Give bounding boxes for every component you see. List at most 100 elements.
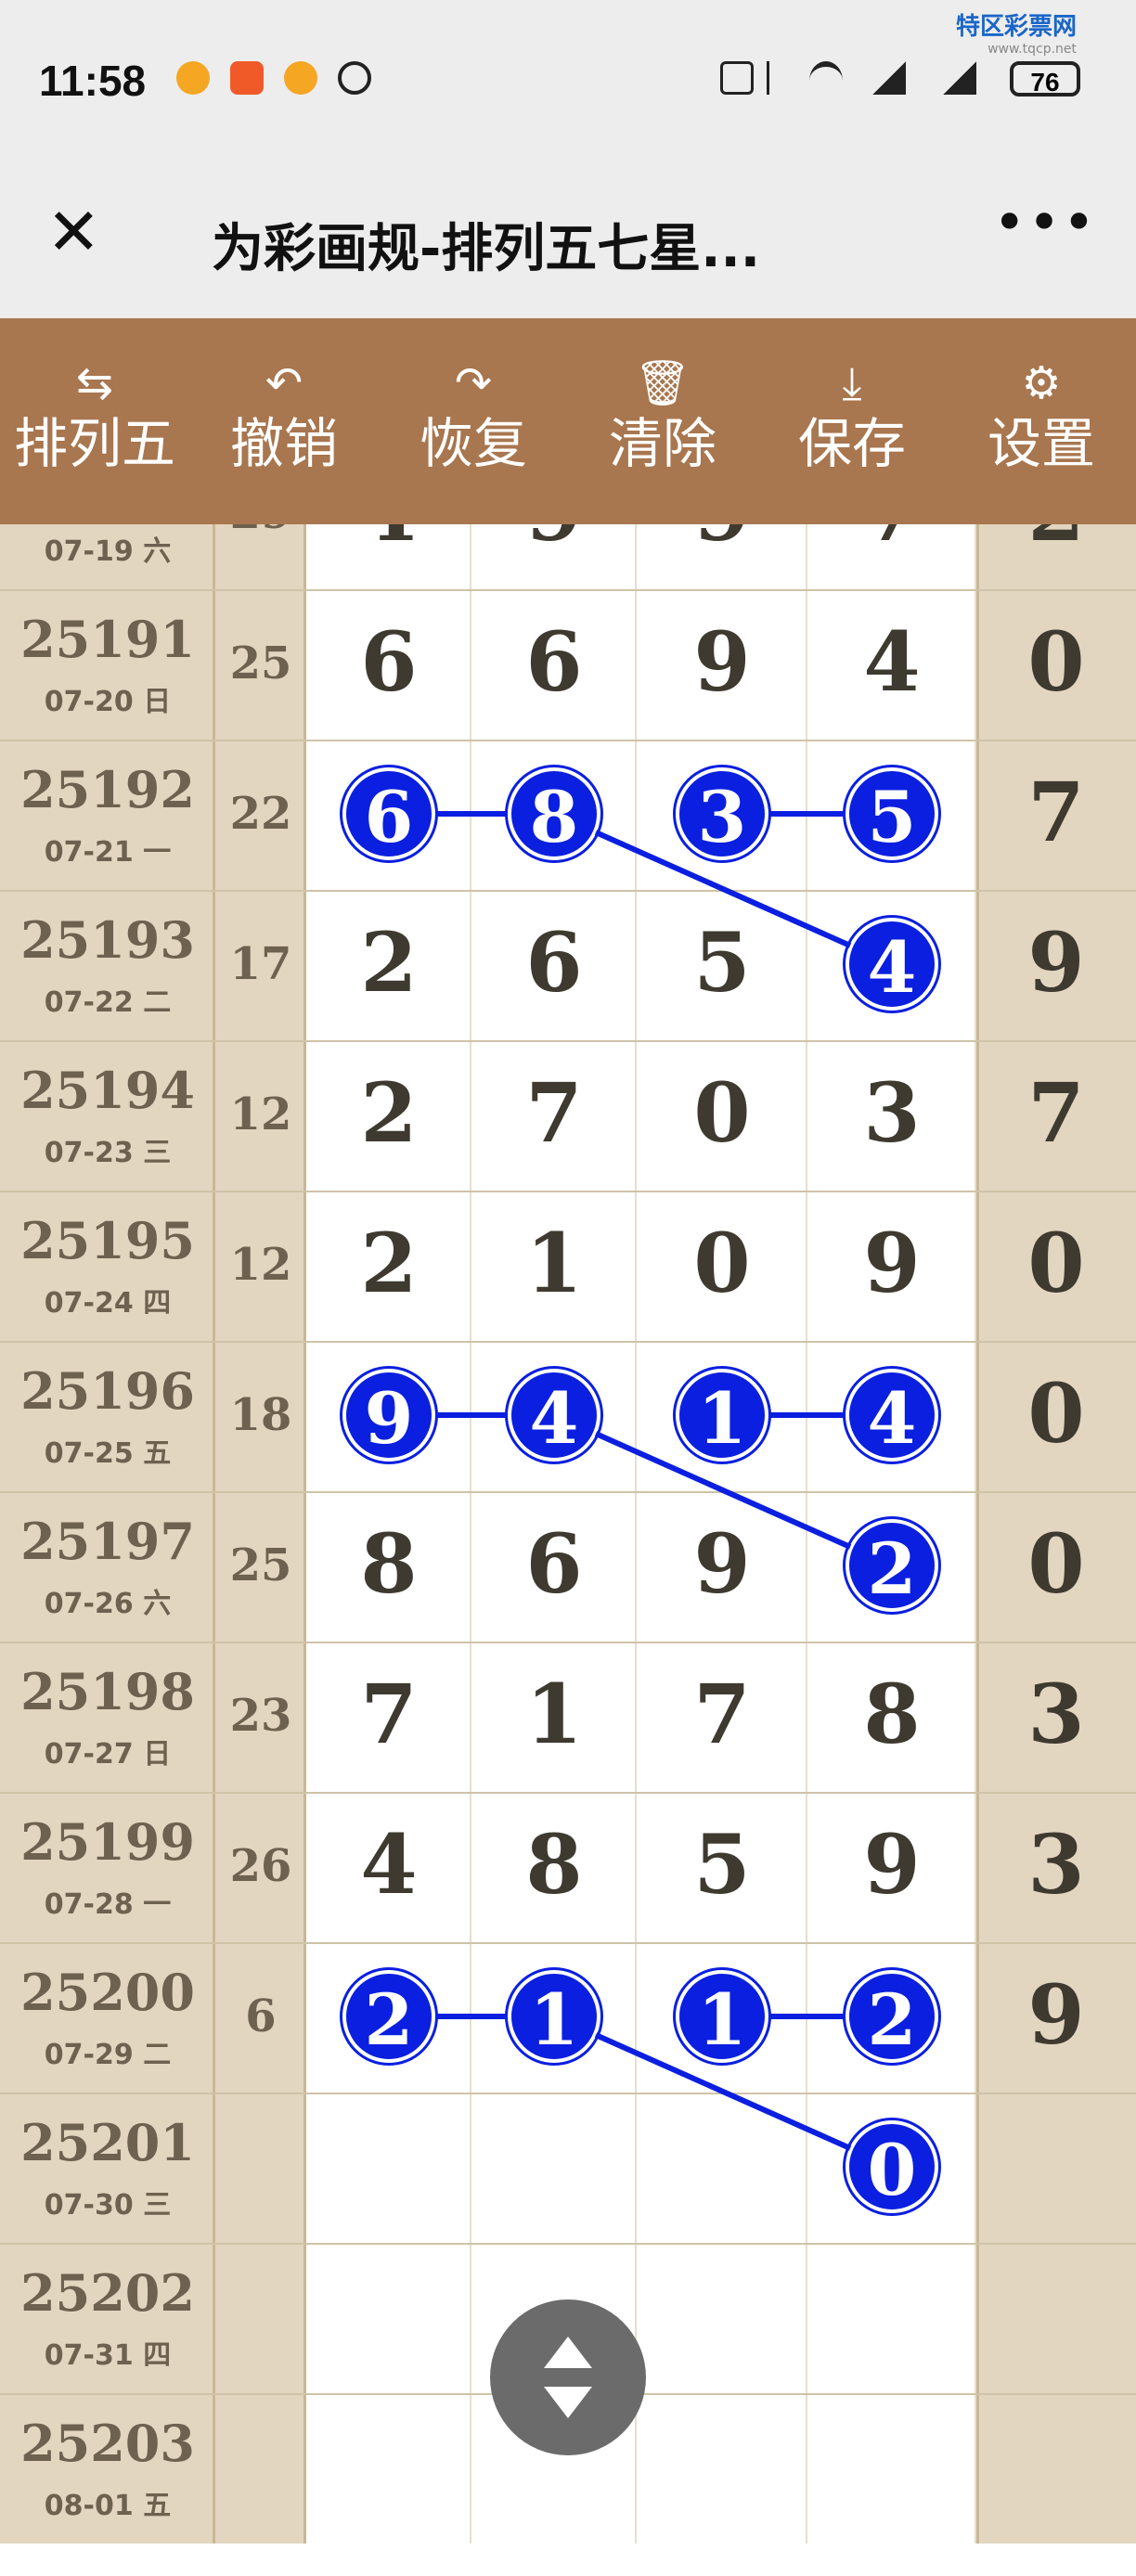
trash-icon: 🗑 bbox=[634, 357, 691, 409]
circled-digit: 2 bbox=[846, 1519, 938, 1612]
arrow-up-icon bbox=[544, 2337, 592, 2368]
circled-digit: 1 bbox=[676, 1970, 768, 2063]
redo-icon: ↷ bbox=[454, 357, 493, 409]
digit: 5 bbox=[693, 1816, 751, 1913]
digit-cell[interactable] bbox=[306, 2393, 471, 2544]
sum-cell bbox=[215, 2093, 306, 2243]
digit-cell[interactable] bbox=[637, 2093, 807, 2243]
row-divider bbox=[0, 589, 1136, 591]
issue-date: 07-19 六 bbox=[44, 535, 172, 568]
issue-date: 08-01 五 bbox=[44, 2490, 172, 2522]
last-digit: 2 bbox=[976, 524, 1136, 558]
table-row: 25195 07-24 四 12 2 1 0 9 0 bbox=[0, 1191, 1136, 1341]
issue-date: 07-20 日 bbox=[44, 686, 172, 718]
toolbar-label: 撤销 bbox=[229, 412, 338, 475]
last-digit-cell bbox=[976, 2243, 1136, 2393]
digit: 4 bbox=[863, 613, 921, 710]
toolbar-button-2[interactable]: ↷ 恢复 bbox=[379, 318, 568, 524]
digit-sum: 25 bbox=[229, 1539, 292, 1591]
digit: 9 bbox=[863, 1816, 921, 1913]
table-row: 25191 07-20 日 25 6 6 9 4 0 bbox=[0, 589, 1136, 740]
digit-cell[interactable] bbox=[306, 2243, 471, 2393]
circled-digit: 9 bbox=[342, 1369, 435, 1462]
issue-number: 25192 bbox=[20, 760, 195, 819]
sum-cell bbox=[215, 2393, 306, 2544]
issue-number: 25195 bbox=[20, 1211, 195, 1270]
bluetooth-icon bbox=[767, 61, 788, 95]
circled-digit: 2 bbox=[846, 1970, 938, 2063]
digit: 8 bbox=[863, 1666, 921, 1762]
scroll-toggle-button[interactable] bbox=[490, 2299, 646, 2455]
download-icon: ⤓ bbox=[842, 357, 862, 409]
digit: 6 bbox=[525, 1515, 583, 1612]
digit-cell[interactable] bbox=[306, 2093, 471, 2243]
digit-cell[interactable] bbox=[637, 2243, 807, 2393]
table-row: 25198 07-27 日 23 7 1 7 8 3 bbox=[0, 1642, 1136, 1792]
last-digit: 0 bbox=[1027, 1215, 1085, 1311]
watermark: 特区彩票网 www.tqcp.net bbox=[956, 7, 1077, 57]
watermark-url: www.tqcp.net bbox=[988, 42, 1078, 57]
toolbar-button-4[interactable]: ⤓ 保存 bbox=[757, 318, 947, 524]
lottery-grid: 2519007-19 六29499722519107-20 日256694025… bbox=[0, 524, 1136, 2576]
more-menu-button[interactable]: ••• bbox=[993, 190, 1097, 255]
arrow-down-icon bbox=[544, 2387, 592, 2418]
digit: 0 bbox=[693, 1064, 751, 1161]
status-time: 11:58 bbox=[39, 57, 147, 105]
issue-date: 07-25 五 bbox=[44, 1437, 172, 1470]
row-divider bbox=[0, 1642, 1136, 1643]
issue-date: 07-29 二 bbox=[44, 2039, 172, 2071]
toolbar-button-5[interactable]: ⚙ 设置 bbox=[947, 318, 1136, 524]
toolbar-button-3[interactable]: 🗑 清除 bbox=[568, 318, 757, 524]
digit: 9 bbox=[863, 1215, 921, 1311]
wifi-icon bbox=[809, 61, 843, 100]
last-digit: 7 bbox=[1027, 764, 1085, 860]
last-digit: 0 bbox=[1027, 613, 1085, 710]
toolbar-button-0[interactable]: ⇆ 排列五 bbox=[0, 318, 189, 524]
digit: 8 bbox=[360, 1515, 418, 1612]
issue-number: 25199 bbox=[20, 1812, 195, 1872]
digit: 5 bbox=[693, 914, 751, 1011]
circled-digit: 2 bbox=[342, 1970, 435, 2063]
table-row: 25192 07-21 一 22 6 8 3 5 7 bbox=[0, 740, 1136, 890]
digit: 2 bbox=[360, 1215, 418, 1311]
digit: 6 bbox=[360, 613, 418, 710]
nfc-icon bbox=[720, 61, 754, 95]
issue-date: 07-22 二 bbox=[44, 986, 172, 1019]
toolbar-label: 保存 bbox=[797, 412, 906, 475]
app-icon bbox=[230, 61, 264, 95]
issue-date: 07-23 三 bbox=[44, 1137, 172, 1169]
digit-sum: 22 bbox=[229, 788, 292, 840]
digit: 3 bbox=[863, 1064, 921, 1161]
title-bar: ✕ 为彩画规-排列五七星... ••• bbox=[0, 172, 1136, 318]
sum-cell bbox=[215, 2243, 306, 2393]
circled-digit: 8 bbox=[508, 767, 600, 860]
issue-number: 25193 bbox=[20, 910, 195, 970]
close-icon[interactable]: ✕ bbox=[46, 200, 101, 264]
digit: 6 bbox=[525, 914, 583, 1011]
circled-digit: 0 bbox=[846, 2120, 938, 2213]
digit-sum: 6 bbox=[245, 1990, 277, 2042]
weibo-icon bbox=[176, 61, 210, 95]
toolbar-button-1[interactable]: ↶ 撤销 bbox=[189, 318, 379, 524]
issue-date: 07-21 一 bbox=[44, 836, 172, 869]
row-divider bbox=[0, 890, 1136, 892]
digit-cell[interactable] bbox=[637, 2393, 807, 2544]
signal-icon bbox=[943, 61, 976, 95]
row-divider bbox=[0, 2093, 1136, 2094]
digit-cell[interactable] bbox=[807, 2393, 976, 2544]
digit: 7 bbox=[693, 1666, 751, 1762]
gear-icon: ⚙ bbox=[1021, 357, 1062, 409]
digit: 2 bbox=[360, 914, 418, 1011]
digit: 1 bbox=[525, 1666, 583, 1762]
digit-sum: 12 bbox=[229, 1239, 292, 1291]
digit: 4 bbox=[360, 1816, 418, 1913]
last-digit: 7 bbox=[1027, 1064, 1085, 1161]
issue-date: 07-30 三 bbox=[44, 2189, 172, 2222]
digit-cell[interactable] bbox=[807, 2243, 976, 2393]
issue-date: 07-31 四 bbox=[44, 2339, 172, 2372]
last-digit: 3 bbox=[1027, 1666, 1085, 1762]
eye-icon bbox=[338, 61, 371, 95]
digit: 7 bbox=[836, 524, 948, 558]
digit: 6 bbox=[525, 613, 583, 710]
digit-cell[interactable] bbox=[471, 2093, 637, 2243]
